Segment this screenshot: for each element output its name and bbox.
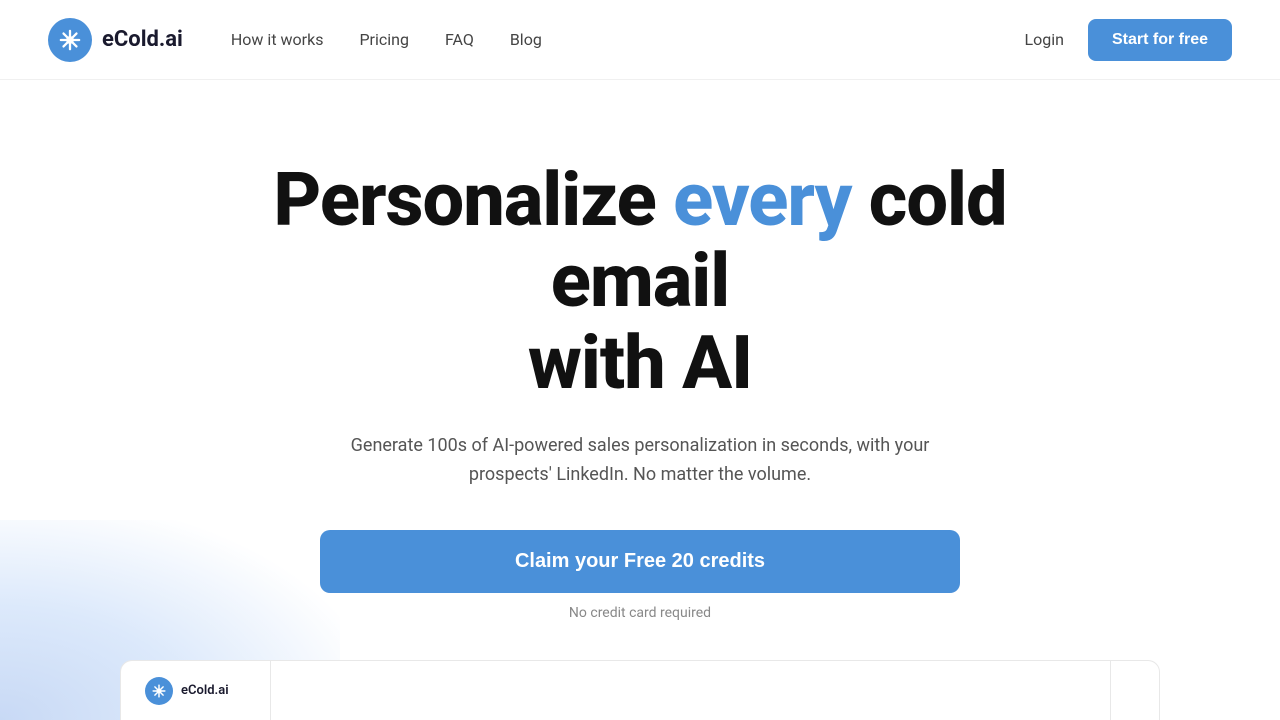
login-link[interactable]: Login — [1025, 30, 1064, 49]
nav-right: Login Start for free — [1025, 19, 1232, 61]
nav-links: How it works Pricing FAQ Blog — [231, 30, 1025, 49]
nav-pricing[interactable]: Pricing — [359, 30, 409, 49]
logo-icon — [48, 18, 92, 62]
app-preview-right — [1110, 661, 1159, 720]
hero-title: Personalize every cold email with AI — [190, 160, 1090, 404]
nav-faq[interactable]: FAQ — [445, 30, 474, 49]
nav-how-it-works[interactable]: How it works — [231, 30, 324, 49]
logo-link[interactable]: eCold.ai — [48, 18, 183, 62]
no-credit-text: No credit card required — [569, 605, 711, 621]
app-preview-brand-name: eCold.ai — [181, 683, 229, 698]
hero-subtitle: Generate 100s of AI-powered sales person… — [340, 432, 940, 490]
app-preview-logo-icon — [145, 677, 173, 705]
hero-section: Personalize every cold email with AI Gen… — [0, 80, 1280, 621]
nav-blog[interactable]: Blog — [510, 30, 542, 49]
hero-title-line2: with AI — [528, 320, 752, 407]
app-preview-strip: eCold.ai — [120, 660, 1160, 720]
start-for-free-button[interactable]: Start for free — [1088, 19, 1232, 61]
hero-title-highlight: every — [673, 157, 851, 244]
navbar: eCold.ai How it works Pricing FAQ Blog L… — [0, 0, 1280, 80]
brand-name: eCold.ai — [102, 27, 183, 52]
hero-title-part1: Personalize — [273, 157, 673, 244]
claim-credits-button[interactable]: Claim your Free 20 credits — [320, 530, 960, 593]
app-preview-logo: eCold.ai — [121, 661, 271, 720]
